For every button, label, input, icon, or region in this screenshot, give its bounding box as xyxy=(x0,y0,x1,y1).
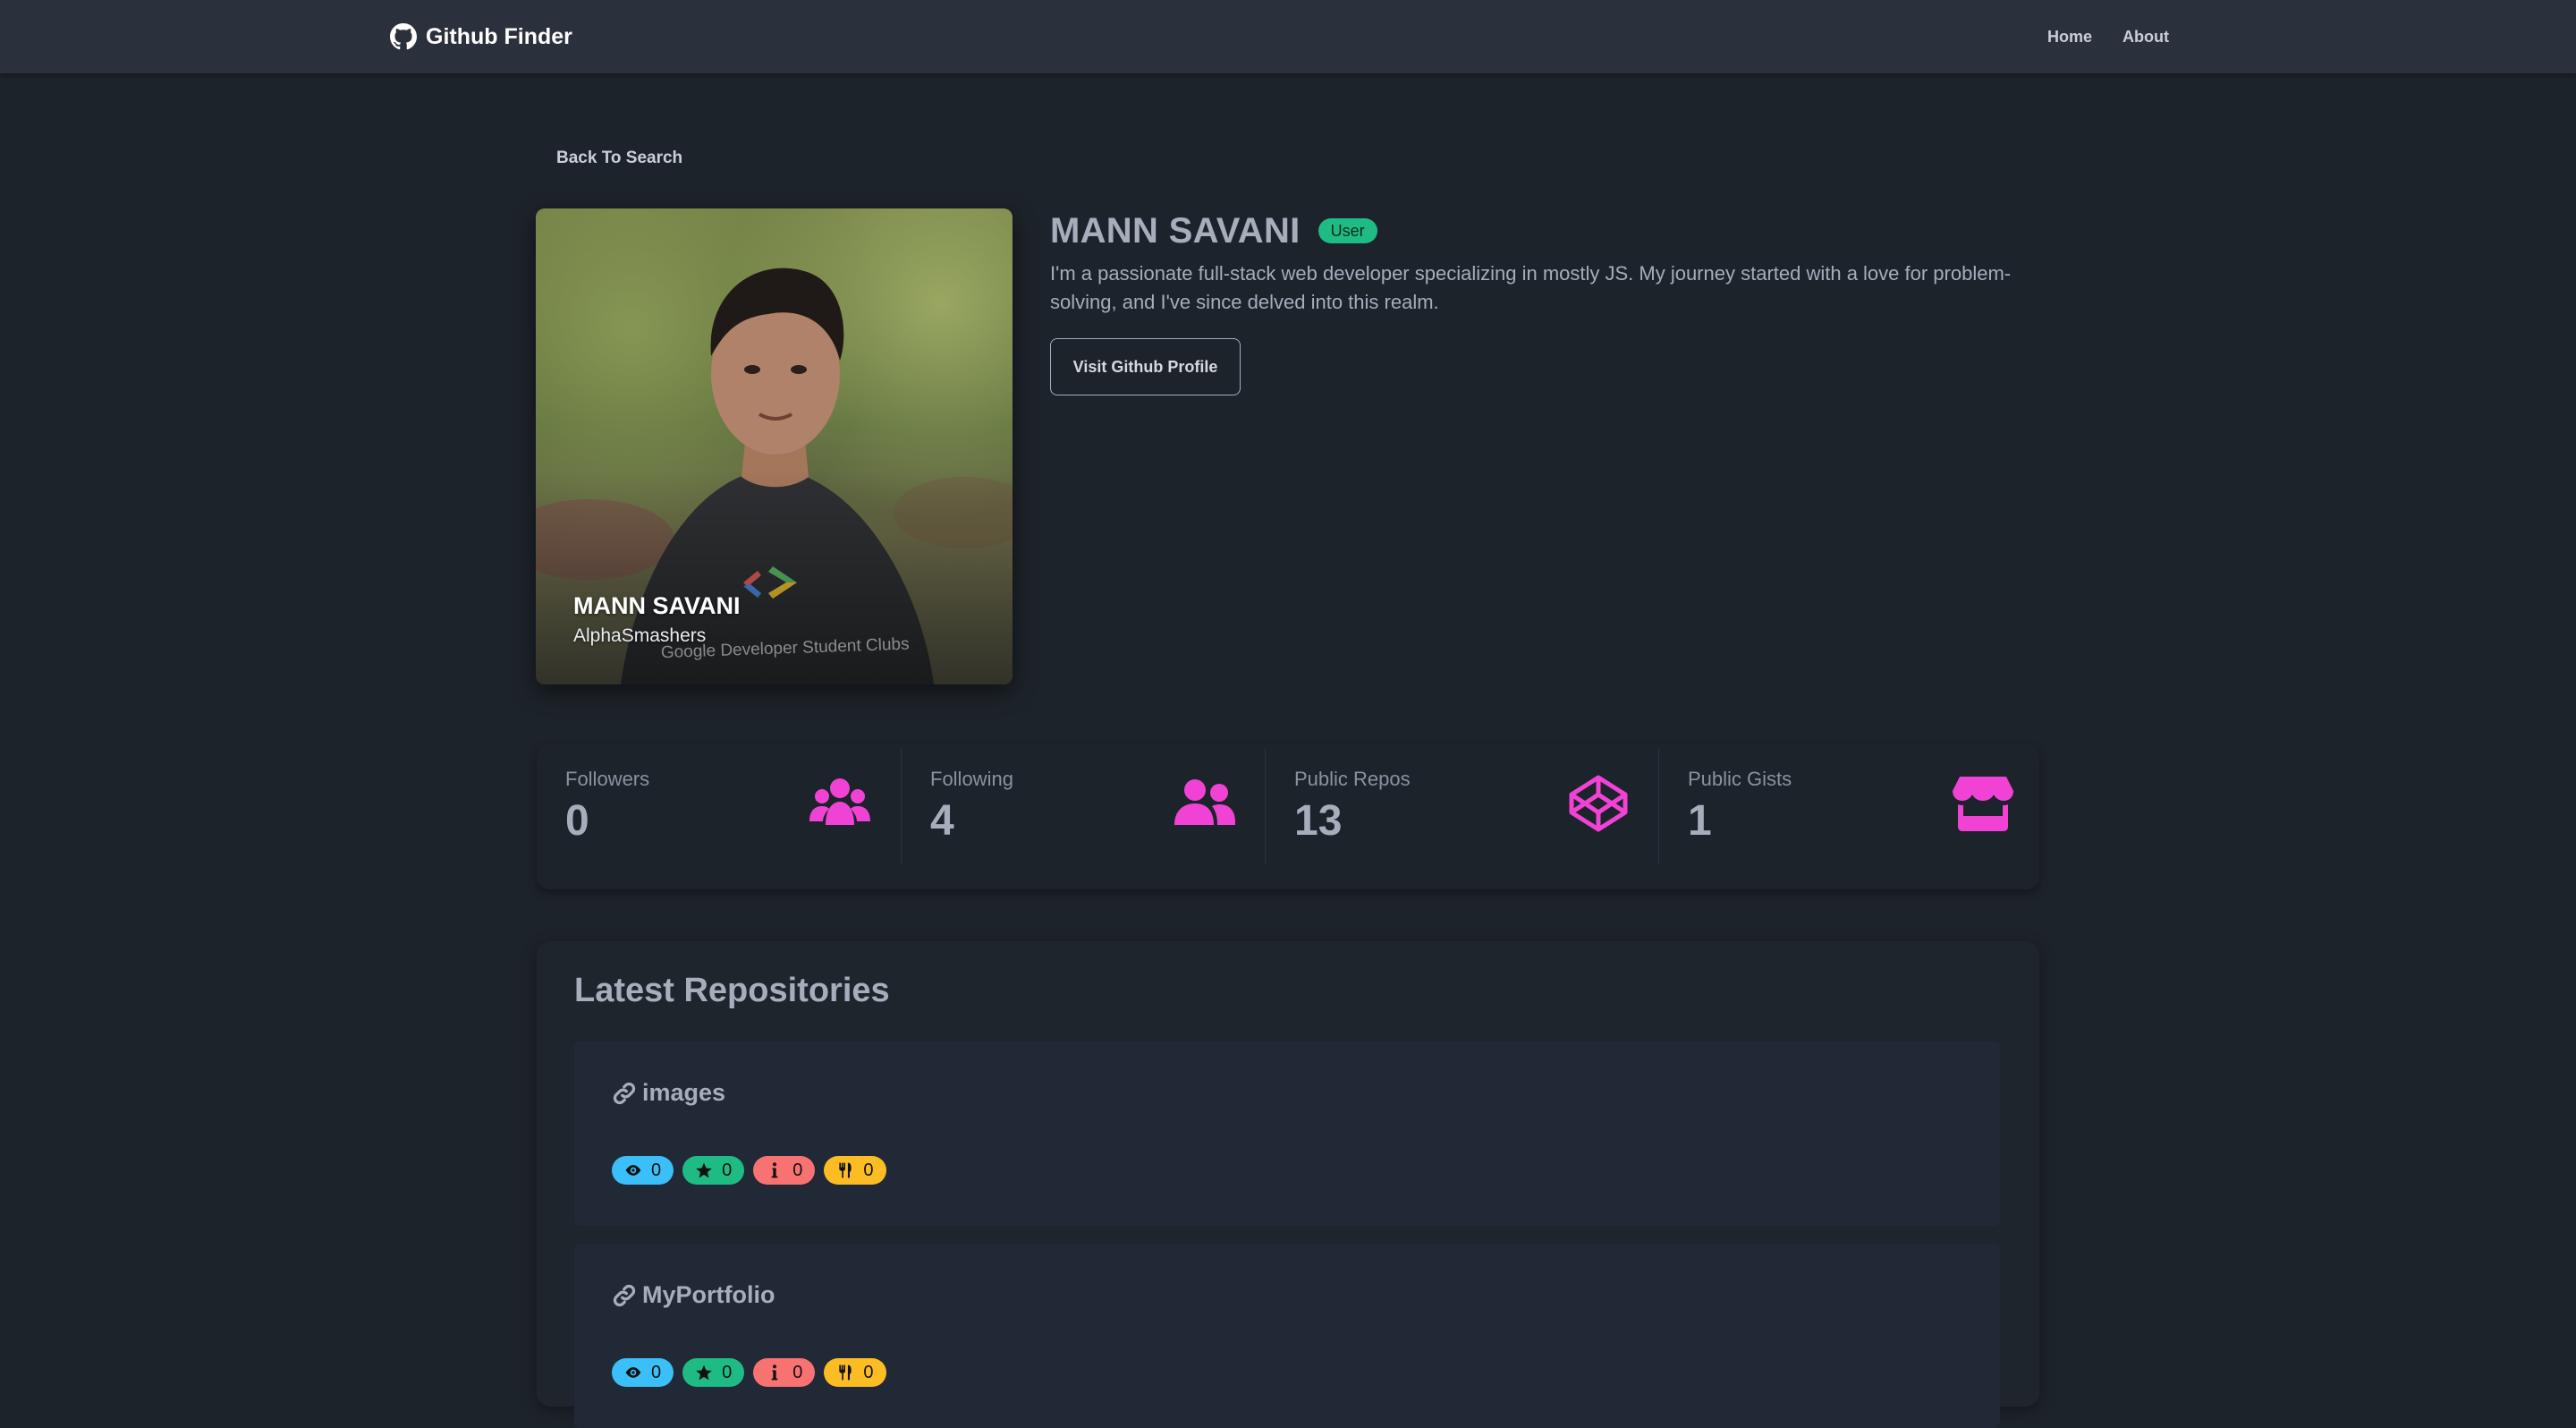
github-icon xyxy=(390,23,417,50)
stat-title: Public Repos xyxy=(1294,768,1411,790)
issues-badge: 0 xyxy=(753,1156,816,1185)
stats-panel: Followers 0 Following 4 Public Repos 13 … xyxy=(537,744,2039,889)
visit-github-profile-button[interactable]: Visit Github Profile xyxy=(1050,338,1241,395)
stat-followers: Followers 0 xyxy=(537,748,901,864)
stars-badge: 0 xyxy=(682,1156,745,1185)
repo-name: images xyxy=(642,1079,726,1106)
nav-links: Home About xyxy=(2047,21,2169,52)
stat-value: 1 xyxy=(1688,797,1712,845)
link-icon xyxy=(613,1284,636,1306)
latest-repositories-card: Latest Repositories images 0 0 0 0 MyPor… xyxy=(537,941,2039,1428)
store-icon xyxy=(1953,775,2013,832)
stars-count: 0 xyxy=(722,1362,733,1382)
forks-badge: 0 xyxy=(824,1358,886,1387)
repo-name: MyPortfolio xyxy=(642,1281,775,1308)
repo-card: MyPortfolio 0 0 0 0 xyxy=(574,1244,2000,1428)
star-icon xyxy=(696,1162,712,1178)
stat-title: Following xyxy=(930,768,1013,790)
nav-home-link[interactable]: Home xyxy=(2047,28,2092,47)
utensils-icon xyxy=(839,1364,852,1381)
stat-following: Following 4 xyxy=(901,748,1265,864)
stat-value: 4 xyxy=(930,797,954,845)
forks-count: 0 xyxy=(863,1362,874,1382)
issues-count: 0 xyxy=(792,1362,803,1382)
utensils-icon xyxy=(839,1162,852,1178)
watchers-badge: 0 xyxy=(612,1156,674,1185)
repo-badges: 0 0 0 0 xyxy=(612,1358,886,1387)
stat-public-repos: Public Repos 13 xyxy=(1265,748,1658,864)
watchers-count: 0 xyxy=(651,1160,662,1180)
profile-name: MANN SAVANI xyxy=(1050,210,1301,251)
users-icon xyxy=(809,775,870,832)
link-icon xyxy=(613,1082,636,1104)
forks-badge: 0 xyxy=(824,1156,886,1185)
star-icon xyxy=(696,1364,712,1381)
forks-count: 0 xyxy=(863,1160,874,1180)
user-type-badge: User xyxy=(1318,218,1377,243)
repo-badges: 0 0 0 0 xyxy=(612,1156,886,1185)
brand-title: Github Finder xyxy=(426,23,572,49)
navbar: Github Finder Home About xyxy=(0,0,2576,73)
stat-public-gists: Public Gists 1 xyxy=(1658,748,2034,864)
name-row: MANN SAVANI User xyxy=(1050,208,2025,254)
stat-value: 13 xyxy=(1294,797,1343,845)
avatar: Google Developer Student Clubs MANN SAVA… xyxy=(536,208,1013,684)
user-friends-icon xyxy=(1174,775,1235,832)
watchers-count: 0 xyxy=(651,1362,662,1382)
codepen-icon xyxy=(1568,775,1629,832)
avatar-login: AlphaSmashers xyxy=(573,625,707,646)
back-to-search-link[interactable]: Back To Search xyxy=(556,149,682,168)
issues-badge: 0 xyxy=(753,1358,816,1387)
issues-count: 0 xyxy=(792,1160,803,1180)
repos-title: Latest Repositories xyxy=(574,972,890,1009)
stat-title: Public Gists xyxy=(1688,768,1792,790)
stars-count: 0 xyxy=(722,1160,733,1180)
repo-link[interactable]: images xyxy=(612,1079,725,1107)
eye-icon xyxy=(625,1367,641,1378)
stat-value: 0 xyxy=(565,797,589,845)
avatar-caption: MANN SAVANI xyxy=(573,592,741,619)
stars-badge: 0 xyxy=(682,1358,745,1387)
repo-card: images 0 0 0 0 xyxy=(574,1041,2000,1226)
repo-link[interactable]: MyPortfolio xyxy=(612,1281,775,1309)
info-icon xyxy=(771,1162,778,1178)
profile-bio: I'm a passionate full-stack web develope… xyxy=(1050,262,2012,313)
eye-icon xyxy=(625,1165,641,1176)
brand-link[interactable]: Github Finder xyxy=(390,21,572,52)
watchers-badge: 0 xyxy=(612,1358,674,1387)
info-icon xyxy=(771,1364,778,1381)
nav-about-link[interactable]: About xyxy=(2123,28,2169,47)
stat-title: Followers xyxy=(565,768,650,790)
profile-info: MANN SAVANI User I'm a passionate full-s… xyxy=(1050,208,2025,395)
